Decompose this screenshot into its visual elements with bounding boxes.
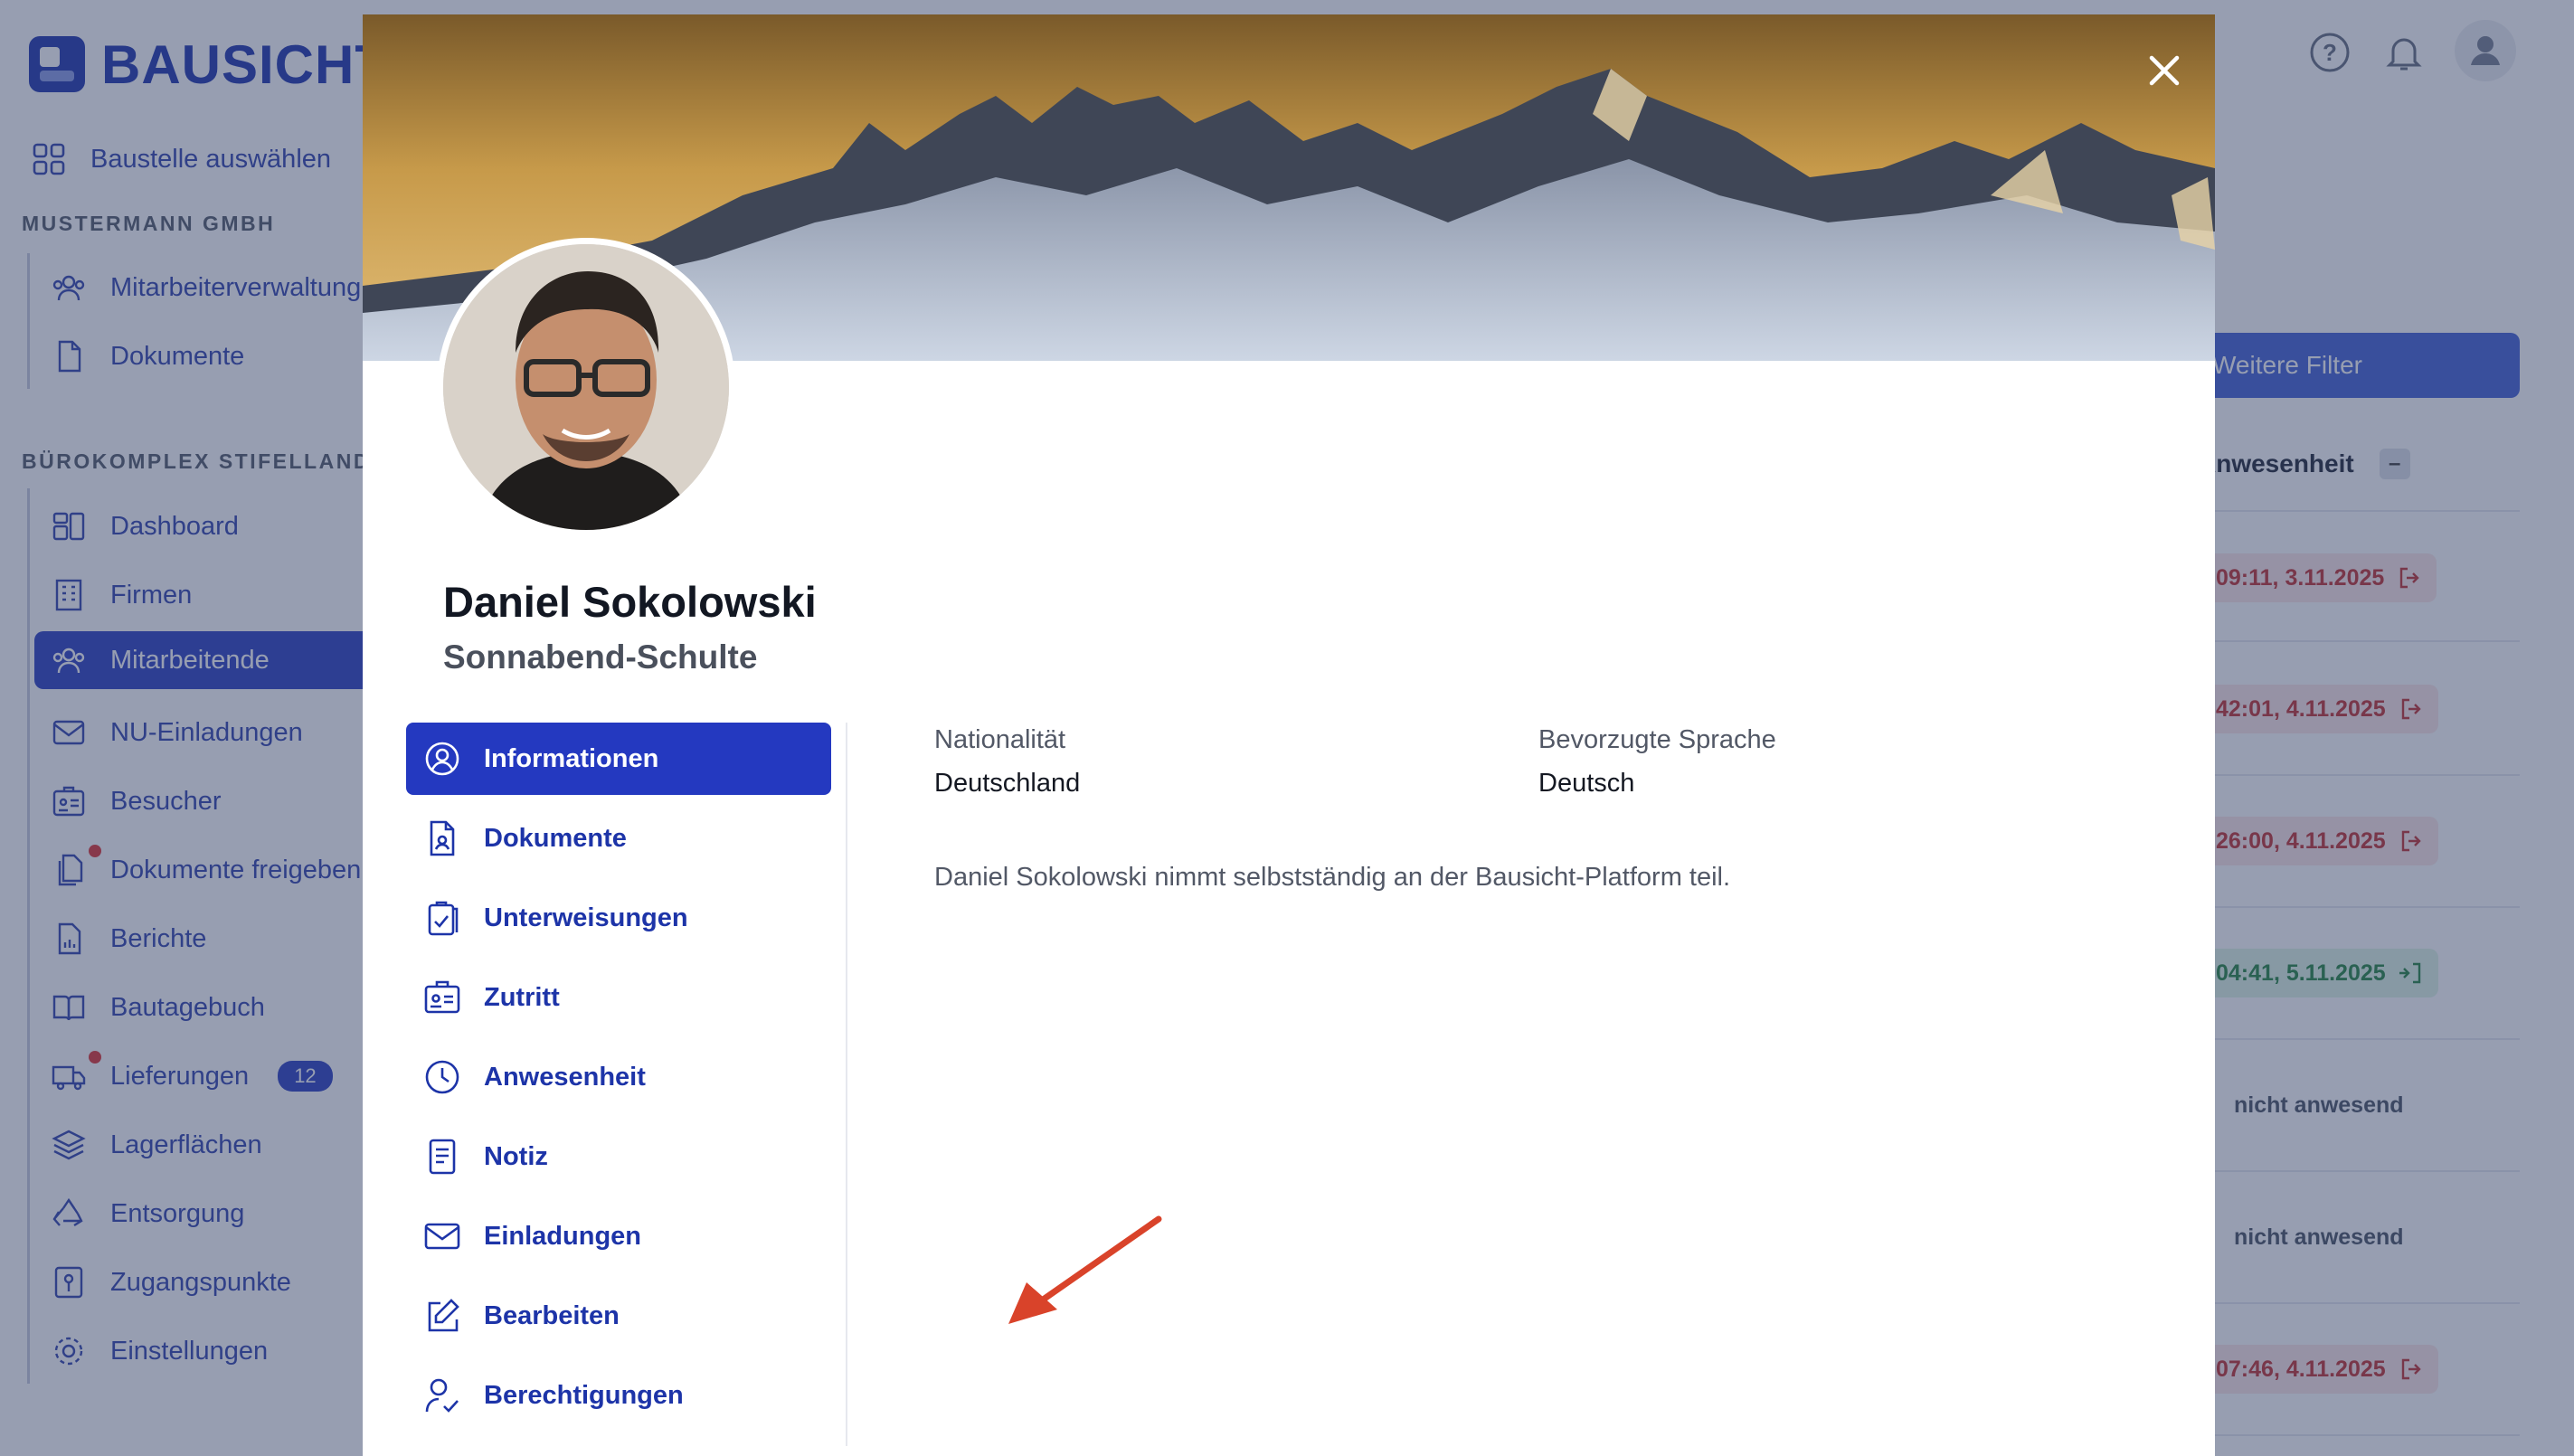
document-user-icon (430, 820, 455, 856)
user-circle-icon (425, 742, 459, 776)
nationality-label: Nationalität (934, 725, 1066, 754)
tab-label: Zutritt (484, 982, 560, 1012)
person-photo-image (443, 244, 729, 530)
employee-profile-modal: Daniel Sokolowski Sonnabend-Schulte Info… (363, 14, 2215, 1456)
edit-icon (428, 1299, 459, 1332)
nationality-value: Deutschland (934, 769, 1081, 798)
tab-zutritt[interactable]: Zutritt (406, 961, 831, 1034)
close-icon (2149, 55, 2180, 86)
tab-label: Anwesenheit (484, 1062, 646, 1092)
language-label: Bevorzugte Sprache (1538, 725, 1776, 754)
profile-photo (437, 238, 735, 536)
tab-label: Notiz (484, 1141, 548, 1171)
user-check-icon (425, 1378, 459, 1413)
tab-dokumente[interactable]: Dokumente (406, 802, 831, 875)
tab-label: Berechtigungen (484, 1380, 684, 1410)
employee-name: Daniel Sokolowski (443, 578, 817, 626)
participation-note: Daniel Sokolowski nimmt selbstständig an… (934, 863, 1731, 892)
tab-anwesenheit[interactable]: Anwesenheit (406, 1041, 831, 1113)
clipboard-check-icon (428, 901, 459, 936)
close-button[interactable] (2135, 42, 2193, 99)
tab-label: Bearbeiten (484, 1300, 620, 1330)
tab-bearbeiten[interactable]: Bearbeiten (406, 1280, 831, 1352)
tab-label: Dokumente (484, 823, 627, 853)
note-icon (429, 1139, 456, 1175)
tab-label: Informationen (484, 743, 659, 773)
tab-label: Unterweisungen (484, 903, 688, 932)
tab-notiz[interactable]: Notiz (406, 1120, 831, 1193)
tab-informationen[interactable]: Informationen (406, 723, 831, 795)
content-divider (846, 723, 847, 1446)
tab-einladungen[interactable]: Einladungen (406, 1200, 831, 1272)
tab-unterweisungen[interactable]: Unterweisungen (406, 882, 831, 954)
employee-company: Sonnabend-Schulte (443, 638, 758, 676)
id-badge-icon (424, 980, 460, 1014)
annotation-arrow-icon (1008, 1215, 1162, 1324)
tab-berechtigungen[interactable]: Berechtigungen (406, 1359, 831, 1432)
tab-label: Einladungen (484, 1221, 641, 1251)
language-value: Deutsch (1538, 769, 1635, 798)
envelope-icon (424, 1223, 460, 1250)
clock-icon (425, 1060, 459, 1094)
